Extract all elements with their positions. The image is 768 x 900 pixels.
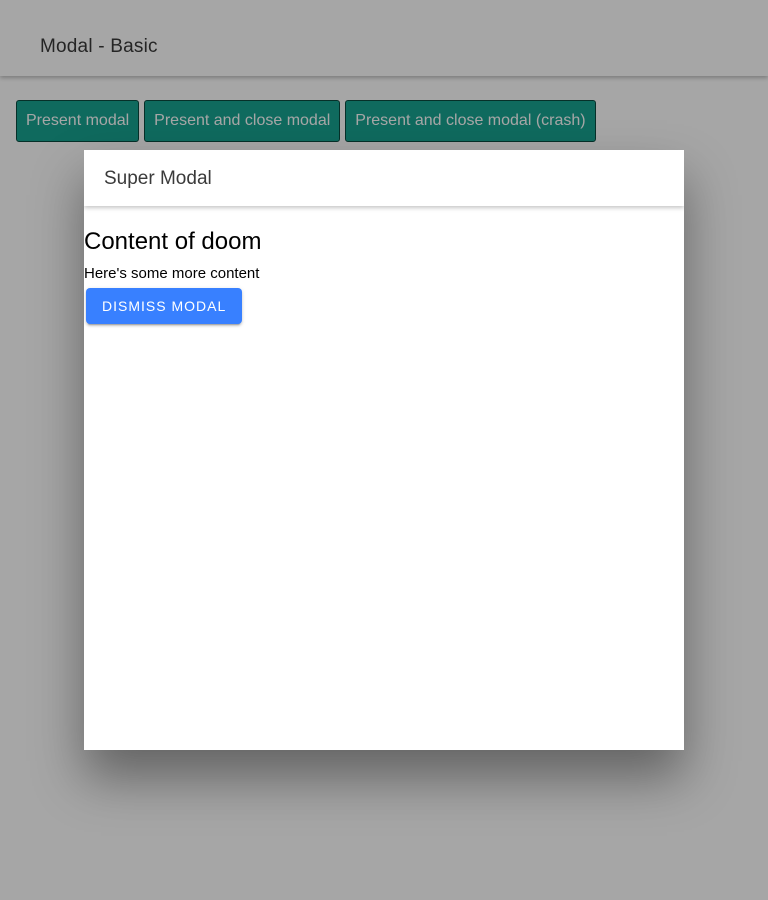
app-page: Modal - Basic Present modal Present and …	[0, 0, 768, 900]
content-text: Here's some more content	[84, 265, 260, 282]
dismiss-modal-button[interactable]: Dismiss Modal	[86, 288, 243, 324]
modal-content: Content of doom Here's some more content…	[84, 228, 684, 324]
content-heading: Content of doom	[84, 228, 262, 255]
modal-title: Super Modal	[104, 168, 212, 189]
super-modal: Super Modal Content of doom Here's some …	[84, 150, 684, 750]
modal-header: Super Modal	[84, 150, 684, 206]
